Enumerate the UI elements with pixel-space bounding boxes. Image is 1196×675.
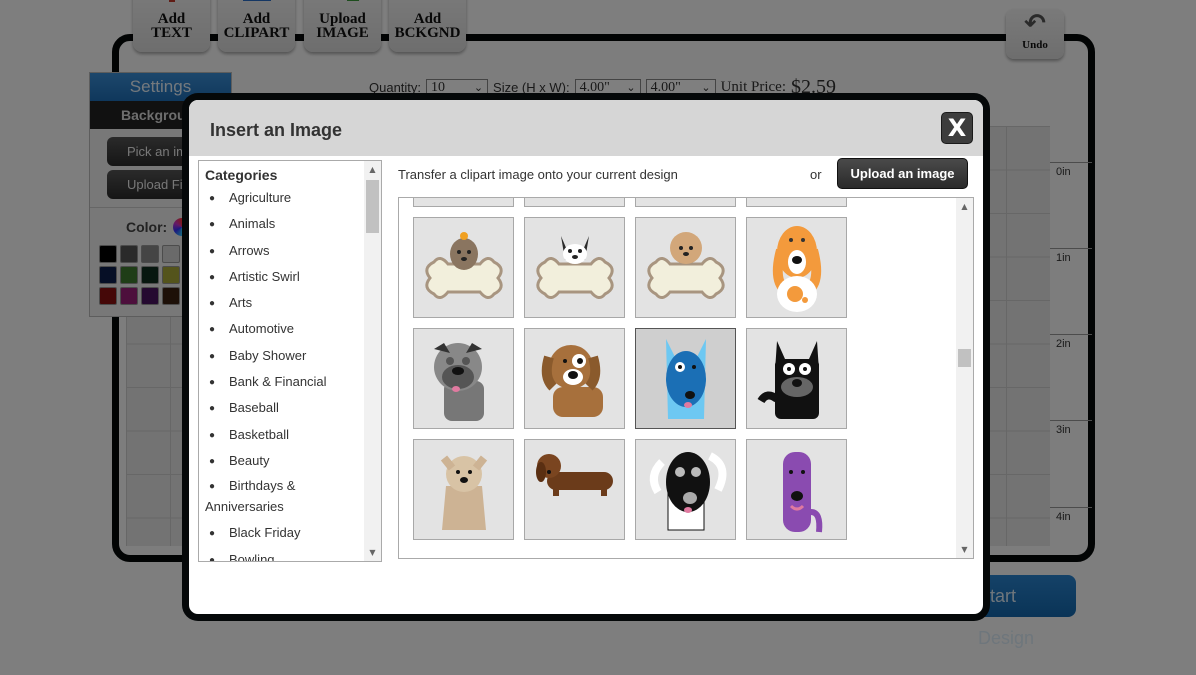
black-white-dog-icon bbox=[649, 451, 726, 530]
transfer-instructions: Transfer a clipart image onto your curre… bbox=[398, 167, 678, 182]
clipart-tile[interactable] bbox=[746, 198, 847, 207]
orange-basset-hound-icon bbox=[772, 225, 821, 312]
category-item[interactable]: ● Baby Shower bbox=[205, 343, 364, 369]
bullet-icon: ● bbox=[209, 324, 216, 336]
category-label: Agriculture bbox=[229, 190, 292, 205]
categories-heading: Categories bbox=[205, 167, 278, 183]
french-bulldog-bone-icon bbox=[535, 235, 614, 299]
clipart-tile[interactable] bbox=[413, 217, 514, 318]
or-label: or bbox=[810, 167, 822, 182]
clipart-tile[interactable] bbox=[524, 328, 625, 429]
bullet-icon: ● bbox=[209, 245, 216, 257]
category-item[interactable]: ● Animals bbox=[205, 211, 364, 237]
bullet-icon: ● bbox=[209, 298, 216, 310]
clipart-tile[interactable] bbox=[746, 439, 847, 540]
upload-image-modal-button[interactable]: Upload an image bbox=[837, 158, 968, 189]
clipart-tile[interactable] bbox=[524, 217, 625, 318]
category-label: Automotive bbox=[229, 321, 295, 337]
category-item[interactable]: ● Arts bbox=[205, 290, 364, 316]
clipart-tile[interactable] bbox=[635, 217, 736, 318]
bullet-icon: ● bbox=[209, 350, 216, 362]
category-item[interactable]: ● Artistic Swirl bbox=[205, 264, 364, 290]
bullet-icon: ● bbox=[209, 403, 216, 415]
modal-title: Insert an Image bbox=[210, 120, 343, 140]
clipart-tile[interactable] bbox=[524, 198, 625, 207]
insert-image-modal: Insert an Image X Categories ● Agricultur… bbox=[182, 93, 990, 621]
yorkie-bone-icon bbox=[424, 231, 503, 299]
bullet-icon: ● bbox=[209, 429, 216, 441]
category-label: Baby Shower bbox=[229, 347, 307, 363]
gray-pug-icon bbox=[433, 342, 484, 421]
clipart-tile[interactable] bbox=[413, 198, 514, 207]
clipart-tile[interactable] bbox=[746, 328, 847, 429]
bullet-icon: ● bbox=[209, 219, 216, 231]
bullet-icon: ● bbox=[209, 455, 216, 467]
clipart-gallery: ▲ ▼ bbox=[398, 197, 974, 559]
clipart-tile[interactable] bbox=[413, 328, 514, 429]
clipart-tile[interactable] bbox=[635, 439, 736, 540]
category-label: Bowling bbox=[229, 551, 275, 562]
category-label: Artistic Swirl bbox=[229, 268, 300, 284]
categories-list: Categories ● Agriculture ● Animals ● Arrows ● A… bbox=[198, 160, 382, 562]
category-label: Animals bbox=[229, 216, 276, 232]
bullet-icon: ● bbox=[209, 271, 216, 283]
category-item[interactable]: ● Automotive bbox=[205, 316, 364, 342]
category-label: Basketball bbox=[229, 426, 289, 442]
close-button[interactable]: X bbox=[941, 112, 973, 144]
category-item[interactable]: ● Arrows bbox=[205, 238, 364, 264]
category-label: Beauty bbox=[229, 452, 270, 468]
category-item[interactable]: ● Basketball bbox=[205, 422, 364, 448]
category-item[interactable]: ● Agriculture bbox=[205, 185, 364, 211]
blue-dog-icon bbox=[665, 338, 706, 419]
bullet-icon: ● bbox=[209, 554, 216, 562]
scrollbar-thumb[interactable] bbox=[958, 349, 971, 367]
scrollbar-thumb[interactable] bbox=[366, 180, 379, 233]
category-label: Bank & Financial bbox=[229, 374, 327, 390]
gallery-scrollbar[interactable]: ▲ ▼ bbox=[956, 198, 973, 558]
category-item[interactable]: ● Beauty bbox=[205, 448, 364, 474]
scroll-down-icon[interactable]: ▼ bbox=[956, 541, 973, 558]
clipart-tile[interactable] bbox=[524, 439, 625, 540]
fluffy-puppy-bone-icon bbox=[646, 231, 725, 299]
black-scottie-icon bbox=[757, 340, 819, 419]
category-label: Black Friday bbox=[229, 525, 301, 541]
bullet-icon: ● bbox=[209, 481, 216, 493]
clipart-tile[interactable] bbox=[635, 328, 736, 429]
category-item[interactable]: ● Bowling bbox=[205, 547, 364, 562]
brown-spotted-puppy-icon bbox=[541, 344, 603, 417]
clipart-tile[interactable] bbox=[413, 439, 514, 540]
clipart-tile[interactable] bbox=[746, 217, 847, 318]
categories-scrollbar[interactable]: ▲ ▼ bbox=[364, 161, 381, 561]
modal-header: Insert an Image X bbox=[189, 100, 983, 156]
category-item[interactable]: ● Black Friday bbox=[205, 520, 364, 546]
scroll-up-icon[interactable]: ▲ bbox=[364, 161, 381, 178]
category-item[interactable]: ● Baseball bbox=[205, 395, 364, 421]
category-label: Arrows bbox=[229, 242, 270, 258]
bullet-icon: ● bbox=[209, 528, 216, 540]
scroll-down-icon[interactable]: ▼ bbox=[364, 544, 381, 561]
tan-terrier-icon bbox=[440, 455, 487, 530]
close-icon: X bbox=[947, 114, 967, 142]
dachshund-icon bbox=[535, 453, 613, 496]
category-label: Baseball bbox=[229, 400, 279, 416]
clipart-tile[interactable] bbox=[635, 198, 736, 207]
scroll-up-icon[interactable]: ▲ bbox=[956, 198, 973, 215]
category-item[interactable]: ● Birthdays & Anniversaries bbox=[205, 474, 364, 520]
bullet-icon: ● bbox=[209, 193, 216, 204]
purple-dog-icon bbox=[782, 451, 822, 532]
category-item[interactable]: ● Bank & Financial bbox=[205, 369, 364, 395]
bullet-icon: ● bbox=[209, 377, 216, 389]
category-label: Arts bbox=[229, 295, 253, 311]
